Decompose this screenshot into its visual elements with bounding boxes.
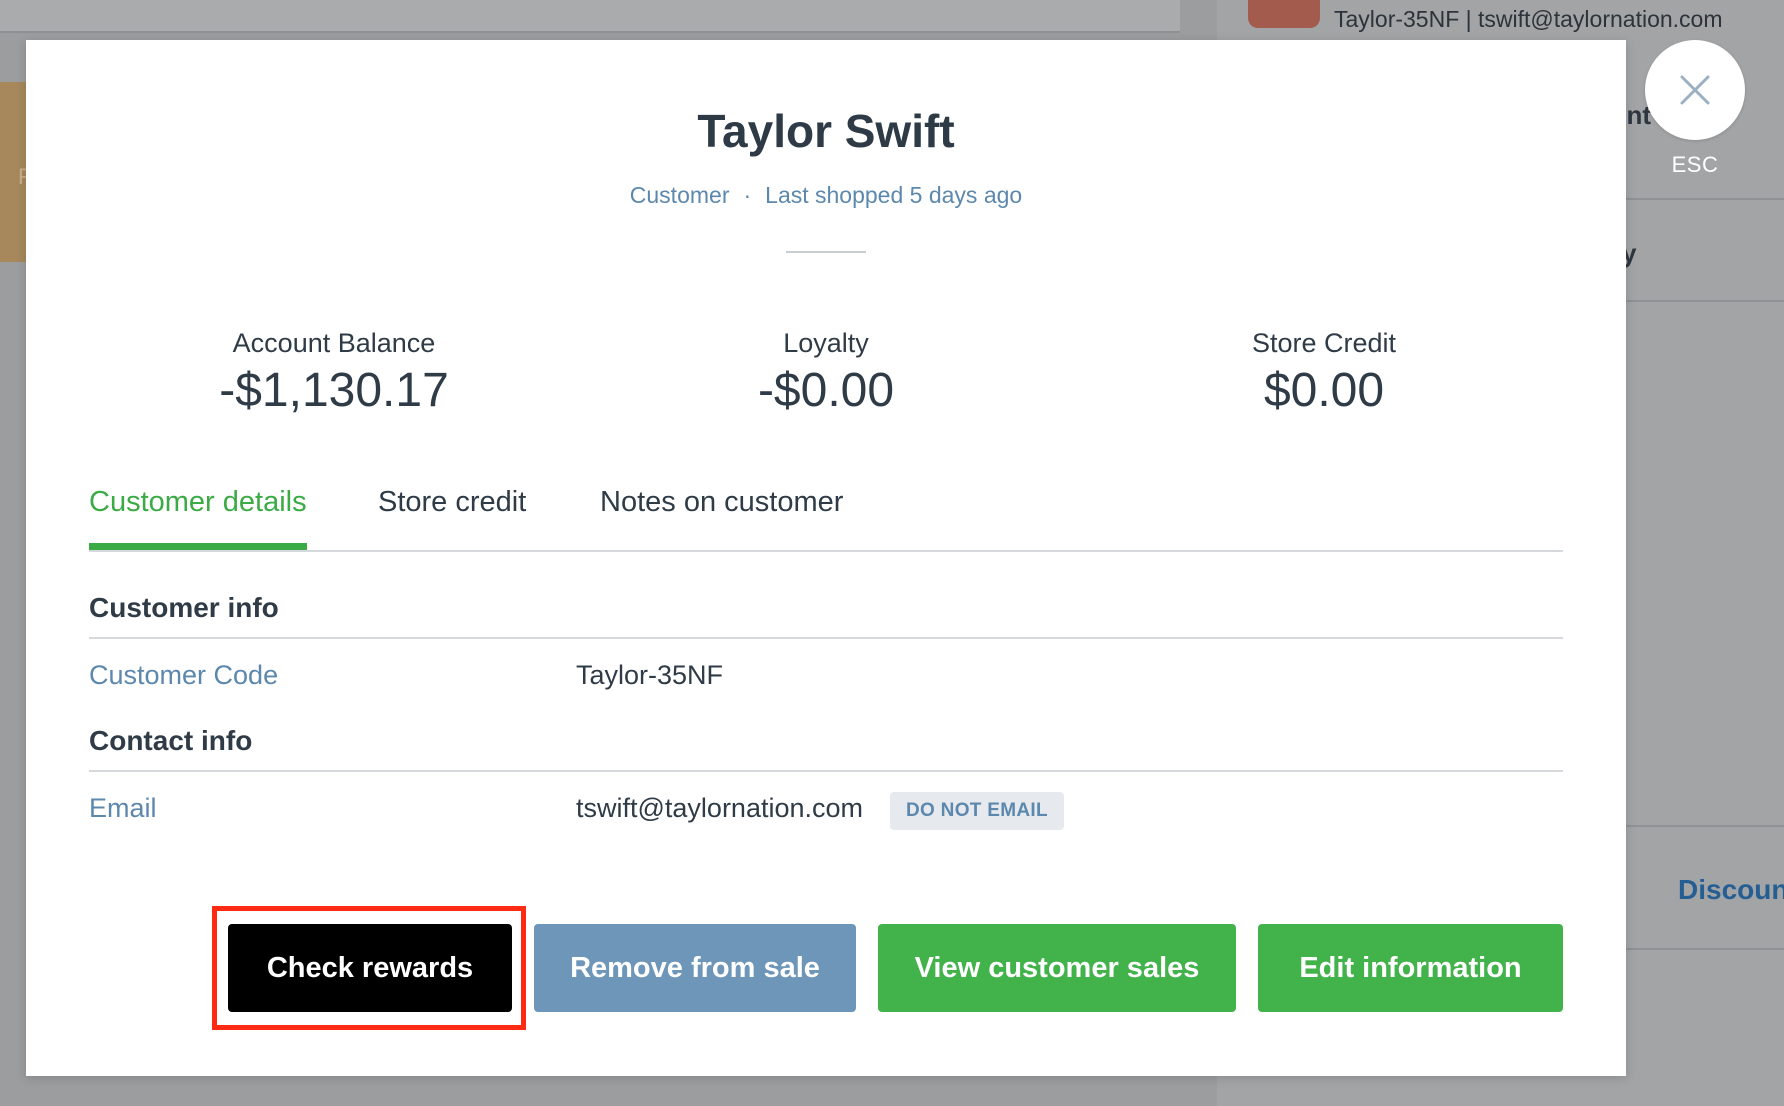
stat-store-credit: Store Credit $0.00 — [1154, 328, 1494, 418]
contact-info-title: Contact info — [89, 725, 253, 756]
background-avatar — [1248, 0, 1320, 28]
customer-code-label: Customer Code — [89, 660, 279, 690]
email-label: Email — [89, 793, 157, 823]
last-shopped: Last shopped 5 days ago — [765, 182, 1023, 208]
tab-store-credit[interactable]: Store credit — [378, 486, 526, 543]
email-value: tswift@taylornation.com — [576, 793, 864, 823]
stat-loyalty: Loyalty -$0.00 — [656, 328, 996, 418]
stat-label: Store Credit — [1251, 328, 1397, 358]
customer-subtitle: Customer · Last shopped 5 days ago — [26, 182, 1626, 209]
section-divider — [89, 637, 1563, 639]
esc-label: ESC — [1671, 152, 1719, 177]
close-icon — [1680, 75, 1710, 105]
tab-bar: Customer details Store credit Notes on c… — [89, 476, 1563, 552]
background-discount-link: Discoun — [1678, 874, 1784, 905]
background-search-bar — [0, 0, 1180, 33]
customer-role: Customer — [629, 182, 730, 208]
tab-notes-on-customer[interactable]: Notes on customer — [600, 486, 843, 543]
customer-code-value: Taylor-35NF — [576, 660, 724, 690]
stat-value: -$1,130.17 — [219, 364, 449, 417]
subtitle-separator: · — [743, 182, 752, 208]
stat-value: -$0.00 — [757, 364, 895, 417]
stat-account-balance: Account Balance -$1,130.17 — [164, 328, 504, 418]
do-not-email-badge: DO NOT EMAIL — [890, 792, 1064, 830]
stat-label: Account Balance — [232, 328, 436, 358]
customer-info-title: Customer info — [89, 592, 279, 623]
view-customer-sales-button[interactable]: View customer sales — [878, 924, 1236, 1012]
close-button[interactable] — [1645, 40, 1745, 140]
check-rewards-button[interactable]: Check rewards — [228, 924, 512, 1012]
customer-modal: Taylor Swift Customer · Last shopped 5 day… — [26, 40, 1626, 1076]
tab-customer-details[interactable]: Customer details — [89, 486, 307, 550]
remove-from-sale-button[interactable]: Remove from sale — [534, 924, 856, 1012]
stat-label: Loyalty — [783, 328, 869, 358]
background-user-line: Taylor-35NF | tswift@taylornation.com — [1334, 6, 1723, 32]
section-divider — [89, 770, 1563, 772]
title-divider — [786, 251, 866, 253]
stat-value: $0.00 — [1263, 364, 1385, 417]
edit-information-button[interactable]: Edit information — [1258, 924, 1563, 1012]
customer-name: Taylor Swift — [697, 105, 955, 157]
